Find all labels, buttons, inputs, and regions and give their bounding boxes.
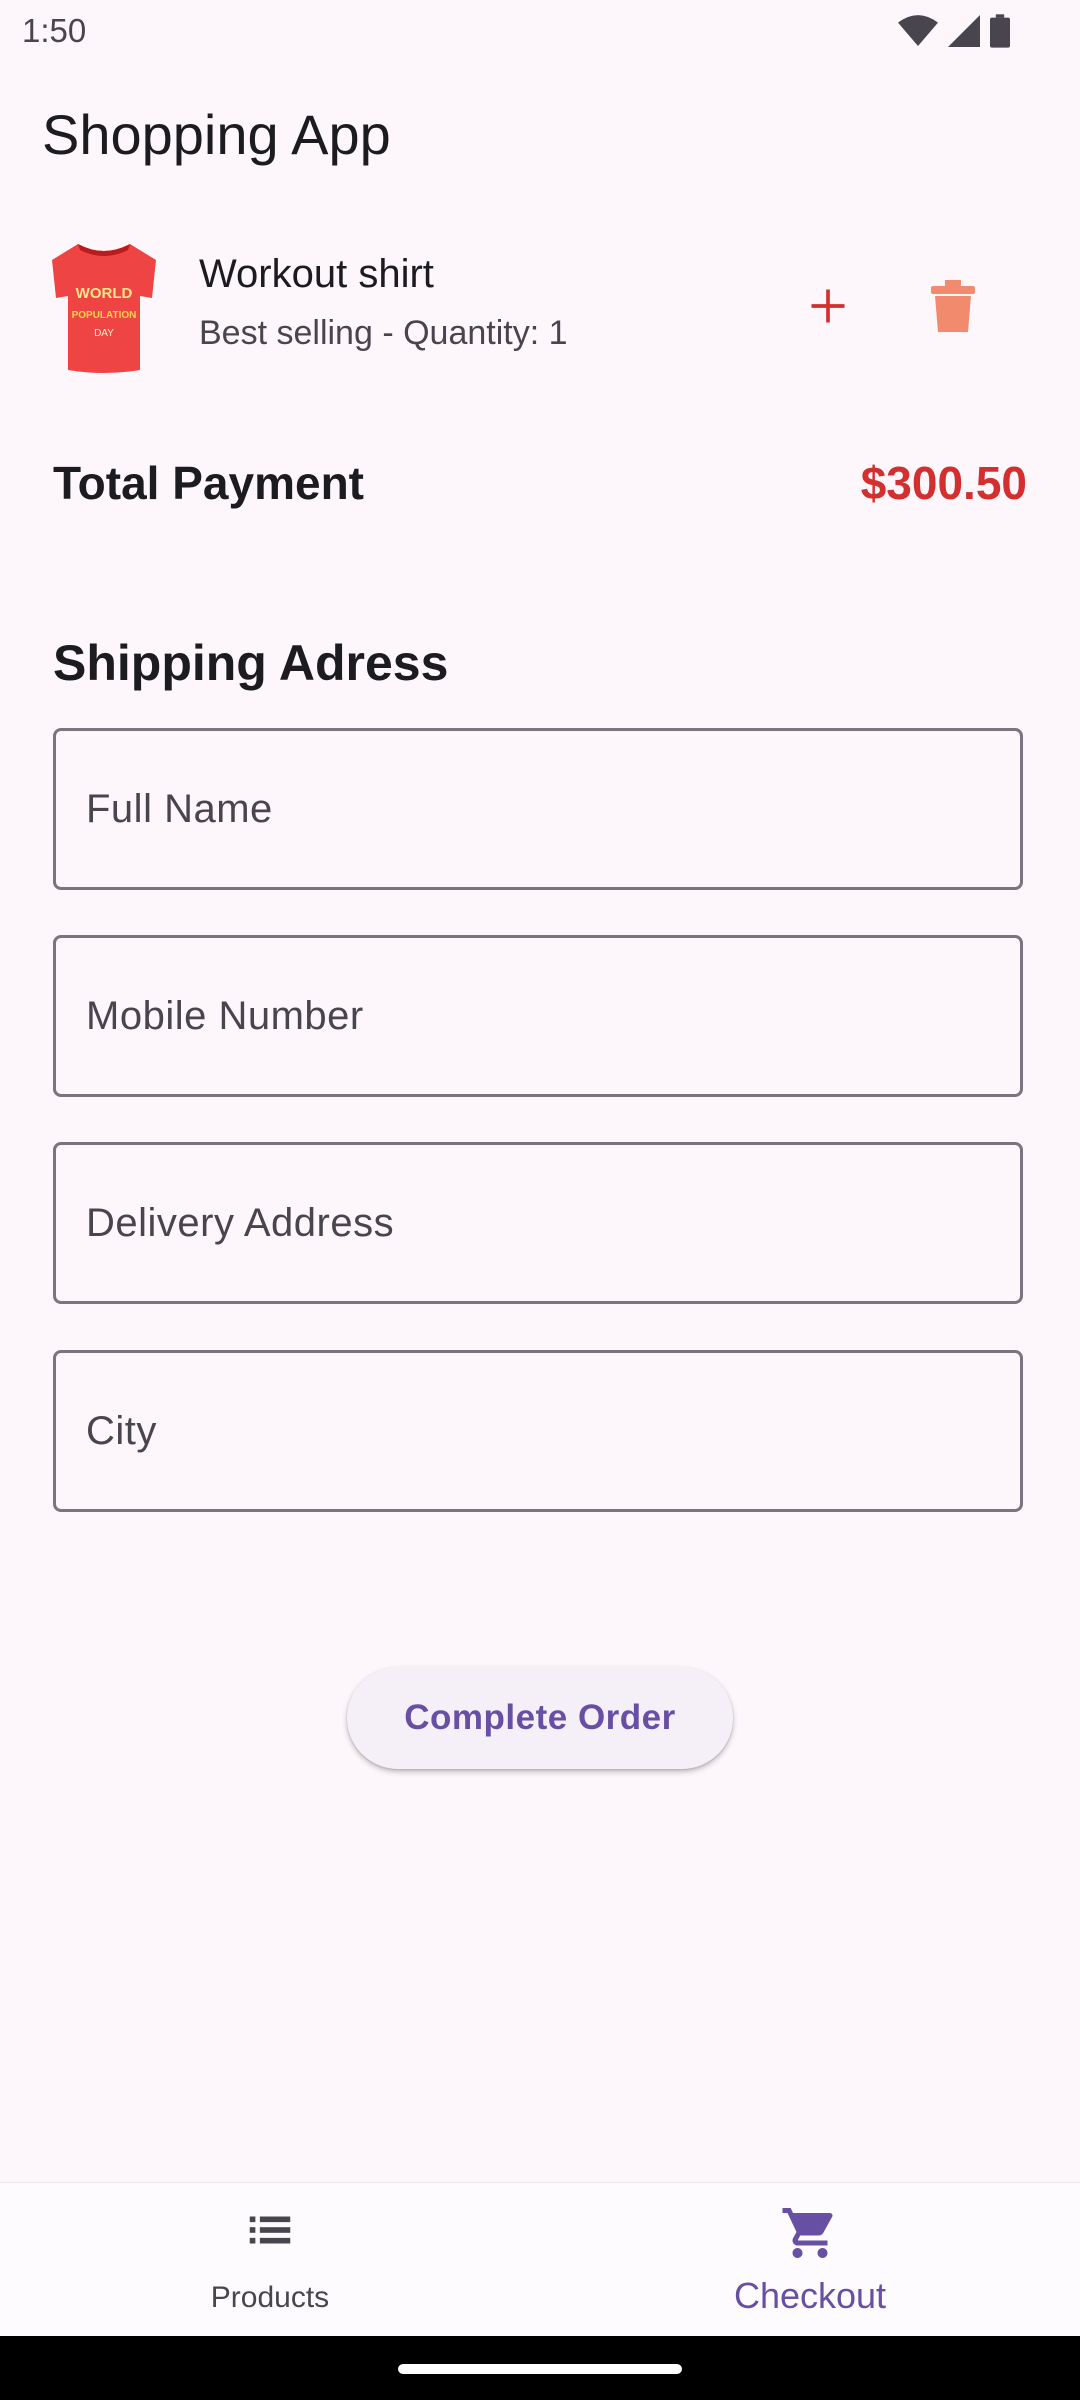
shirt-print-line-3: DAY [94, 328, 114, 339]
nav-item-checkout[interactable]: Checkout [540, 2183, 1080, 2337]
complete-order-button[interactable]: Complete Order [347, 1667, 733, 1769]
full-name-input[interactable] [53, 728, 1023, 890]
nav-label-checkout: Checkout [733, 2275, 887, 2316]
gesture-handle[interactable] [398, 2364, 682, 2374]
delete-item-button[interactable] [915, 268, 991, 344]
total-payment-label: Total Payment [53, 457, 364, 509]
nav-item-products[interactable]: Products [0, 2183, 540, 2337]
item-subtitle: Best selling - Quantity: 1 [199, 314, 568, 352]
city-input[interactable] [53, 1350, 1023, 1512]
total-payment-value: $300.50 [860, 457, 1027, 509]
trash-icon [931, 280, 975, 332]
increase-quantity-button[interactable] [790, 268, 866, 344]
cellular-signal-icon [948, 15, 980, 47]
shopping-cart-icon [782, 2208, 833, 2258]
list-icon [249, 2216, 291, 2244]
shirt-print-line-2: POPULATION [72, 310, 137, 321]
battery-icon [990, 14, 1010, 48]
status-time: 1:50 [22, 12, 87, 49]
delivery-address-input[interactable] [53, 1142, 1023, 1304]
shipping-address-title: Shipping Adress [53, 635, 449, 691]
shirt-print-line-1: WORLD [76, 285, 133, 302]
item-name: Workout shirt [199, 252, 434, 296]
gesture-nav-bar [0, 2336, 1080, 2400]
status-bar: 1:50 [0, 0, 1080, 64]
t-shirt-icon: WORLD POPULATION DAY [52, 244, 156, 373]
nav-label-products: Products [210, 2281, 330, 2314]
plus-icon [811, 289, 845, 323]
app-title: Shopping App [42, 103, 391, 166]
bottom-navigation: Products Checkout [0, 2182, 1080, 2337]
cart-item: WORLD POPULATION DAY Workout shirt Best … [0, 226, 1080, 386]
status-icons [898, 14, 1010, 48]
wifi-icon [898, 15, 938, 46]
mobile-number-input[interactable] [53, 935, 1023, 1097]
